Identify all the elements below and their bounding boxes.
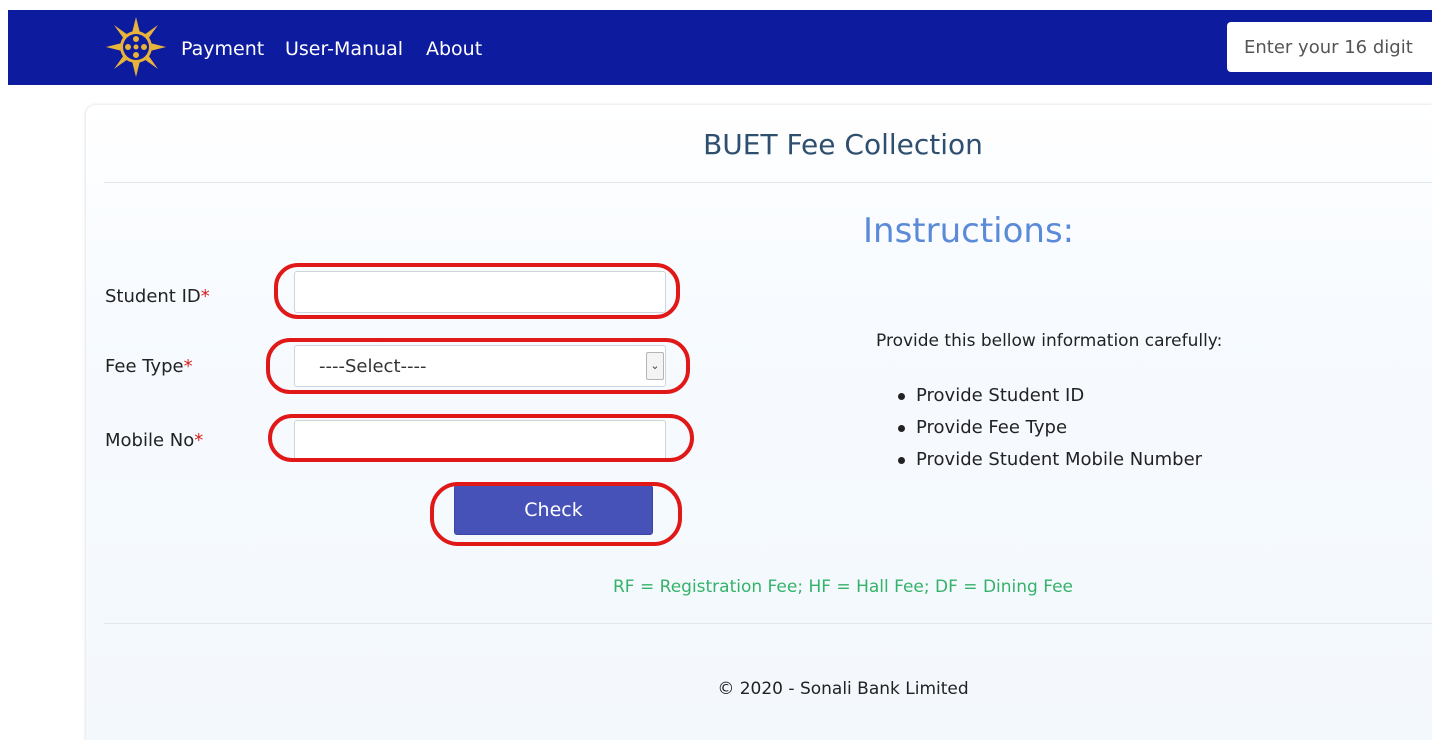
required-mark: *: [183, 356, 193, 377]
mobile-no-label-text: Mobile No: [105, 430, 195, 451]
footer-copyright: © 2020 - Sonali Bank Limited: [717, 679, 969, 699]
instructions-list: Provide Student ID Provide Fee Type Prov…: [898, 380, 1202, 476]
instructions-intro: Provide this bellow information carefull…: [876, 331, 1223, 351]
footer-divider: [104, 623, 1432, 624]
nav-user-manual-link[interactable]: User-Manual: [285, 37, 403, 61]
check-button[interactable]: Check: [454, 485, 653, 535]
student-id-input[interactable]: [294, 271, 666, 313]
fee-type-selected-value: ----Select----: [319, 356, 427, 377]
chevron-down-icon[interactable]: ⌄: [646, 352, 664, 380]
navbar: Payment User-Manual About: [8, 10, 1432, 85]
required-mark: *: [200, 286, 210, 307]
title-divider: [104, 182, 1432, 183]
instructions-list-item: Provide Student ID: [898, 380, 1202, 412]
fee-legend: RF = Registration Fee; HF = Hall Fee; DF…: [613, 577, 1073, 597]
mobile-no-label: Mobile No*: [105, 429, 203, 453]
fee-type-label-text: Fee Type: [105, 356, 184, 377]
page: Payment User-Manual About BUET Fee Colle…: [0, 0, 1432, 740]
instructions-list-item: Provide Fee Type: [898, 412, 1202, 444]
sun-emblem-icon[interactable]: [104, 15, 168, 79]
fee-collection-card: BUET Fee Collection Student ID* Fee Type…: [86, 105, 1432, 740]
instructions-list-item: Provide Student Mobile Number: [898, 444, 1202, 476]
nav-payment-link[interactable]: Payment: [181, 37, 264, 61]
mobile-no-input[interactable]: [294, 420, 666, 462]
student-id-label-text: Student ID: [105, 286, 201, 307]
student-id-label: Student ID*: [105, 285, 210, 309]
fee-type-label: Fee Type*: [105, 355, 193, 379]
instructions-heading: Instructions:: [863, 211, 1075, 251]
fee-type-select[interactable]: ----Select---- ⌄: [294, 345, 666, 387]
transaction-search-input[interactable]: [1227, 22, 1432, 72]
nav-about-link[interactable]: About: [426, 37, 482, 61]
page-title: BUET Fee Collection: [703, 128, 983, 161]
required-mark: *: [194, 430, 204, 451]
